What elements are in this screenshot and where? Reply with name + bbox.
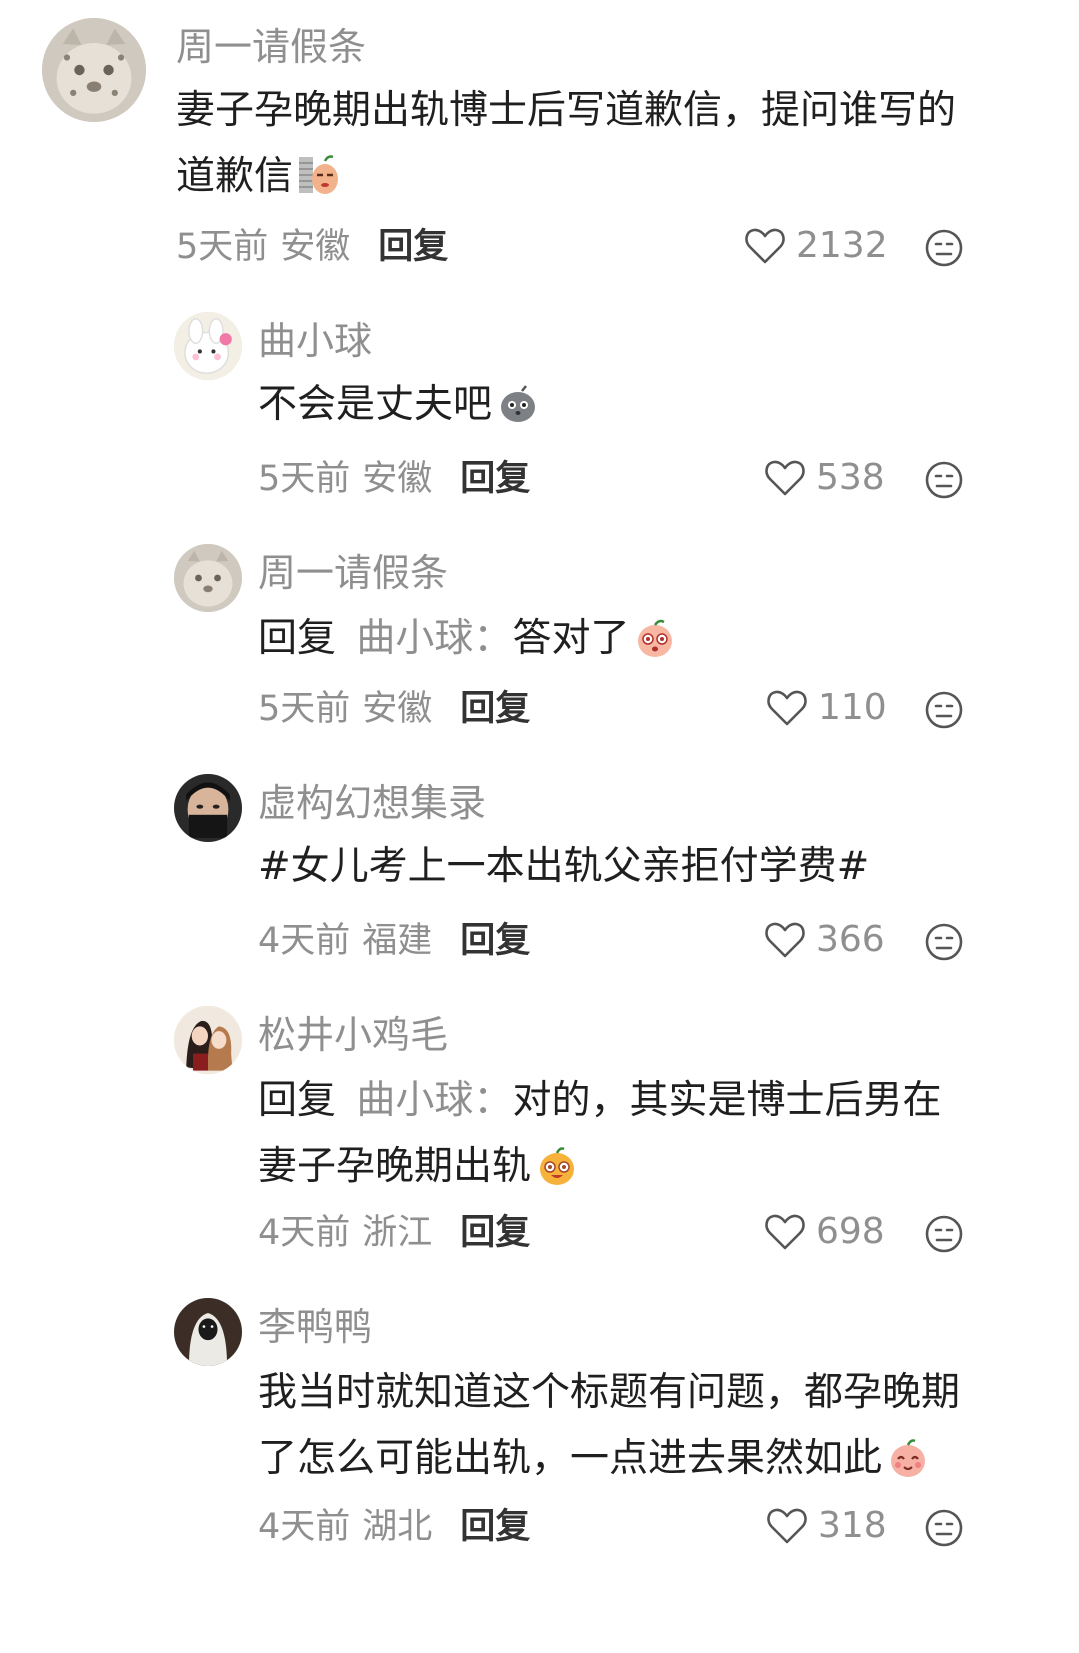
username[interactable]: 曲小球	[258, 322, 372, 360]
reply-target-user[interactable]: 曲小球：	[356, 1078, 512, 1123]
dislike-button[interactable]	[924, 1508, 964, 1548]
like-button[interactable]: 538	[764, 458, 885, 498]
meh-face-icon	[925, 691, 963, 729]
comment-content: 我当时就知道这个标题有问题，都孕晚期了怎么可能出轨，一点进去果然如此	[258, 1370, 961, 1481]
username[interactable]: 周一请假条	[176, 28, 366, 66]
heart-icon	[767, 1508, 807, 1544]
username[interactable]: 松井小鸡毛	[258, 1016, 448, 1054]
comment-content: 不会是丈夫吧	[258, 382, 493, 427]
comment-text: 回复 曲小球：答对了	[258, 606, 1048, 672]
reply-button[interactable]: 回复	[460, 1213, 530, 1253]
like-button[interactable]: 366	[764, 920, 885, 960]
timestamp: 5天前	[258, 459, 351, 499]
location: 浙江	[362, 1213, 433, 1253]
location: 安徽	[362, 689, 433, 729]
dislike-button[interactable]	[924, 228, 964, 268]
heart-icon	[765, 460, 805, 496]
reply-button[interactable]: 回复	[460, 689, 530, 729]
comment-meta: 5天前 安徽 回复	[258, 692, 530, 727]
like-button[interactable]: 698	[764, 1212, 885, 1252]
reply-prefix: 回复	[258, 1078, 337, 1123]
dislike-button[interactable]	[924, 690, 964, 730]
comment-content: 妻子孕晚期出轨博士后写道歉信，提问谁写的道歉信	[176, 88, 957, 199]
comment-text: 我当时就知道这个标题有问题，都孕晚期了怎么可能出轨，一点进去果然如此	[258, 1360, 988, 1492]
comment-content: 答对了	[512, 616, 630, 661]
comment-meta: 5天前 安徽 回复	[176, 230, 448, 265]
avatar[interactable]	[174, 1006, 242, 1074]
timestamp: 5天前	[176, 227, 269, 267]
comment-text: #女儿考上一本出轨父亲拒付学费#	[258, 834, 1048, 900]
timestamp: 4天前	[258, 1507, 351, 1547]
like-button[interactable]: 2132	[744, 226, 888, 266]
reply-button[interactable]: 回复	[460, 921, 530, 961]
comment-content: #女儿考上一本出轨父亲拒付学费#	[258, 844, 870, 889]
reply-target-user[interactable]: 曲小球：	[356, 616, 512, 661]
meh-face-icon	[925, 1509, 963, 1547]
reply-prefix: 回复	[258, 616, 337, 661]
username[interactable]: 周一请假条	[258, 554, 448, 592]
avatar[interactable]	[42, 18, 146, 122]
username[interactable]: 李鸭鸭	[258, 1308, 372, 1346]
dislike-button[interactable]	[924, 460, 964, 500]
location: 安徽	[362, 459, 433, 499]
peach-smile-emoji-icon	[886, 1435, 930, 1479]
avatar[interactable]	[174, 312, 242, 380]
comment-text: 回复 曲小球：对的，其实是博士后男在妻子孕晚期出轨	[258, 1068, 978, 1200]
avatar[interactable]	[174, 1298, 242, 1366]
username[interactable]: 虚构幻想集录	[258, 784, 486, 822]
like-count: 538	[816, 457, 885, 498]
dislike-button[interactable]	[924, 922, 964, 962]
reply-button[interactable]: 回复	[460, 1507, 530, 1547]
like-button[interactable]: 318	[766, 1506, 887, 1546]
heart-icon	[765, 922, 805, 958]
reply-button[interactable]: 回复	[378, 227, 448, 267]
location: 湖北	[362, 1507, 433, 1547]
avatar[interactable]	[174, 544, 242, 612]
heart-icon	[745, 228, 785, 264]
like-button[interactable]: 110	[766, 688, 887, 728]
meh-face-icon	[925, 1215, 963, 1253]
timestamp: 4天前	[258, 921, 351, 961]
wall-peek-emoji-icon	[297, 153, 341, 197]
comment-meta: 5天前 安徽 回复	[258, 462, 530, 497]
like-count: 366	[816, 919, 885, 960]
timestamp: 5天前	[258, 689, 351, 729]
comment-meta: 4天前 福建 回复	[258, 924, 530, 959]
peach-surprised-emoji-icon	[633, 615, 677, 659]
orange-blob-emoji-icon	[535, 1143, 579, 1187]
meh-face-icon	[925, 461, 963, 499]
comment-meta: 4天前 湖北 回复	[258, 1510, 530, 1545]
timestamp: 4天前	[258, 1213, 351, 1253]
comment-text: 妻子孕晚期出轨博士后写道歉信，提问谁写的道歉信	[176, 78, 966, 210]
comment-text: 不会是丈夫吧	[258, 372, 1048, 438]
comment-meta: 4天前 浙江 回复	[258, 1216, 530, 1251]
heart-icon	[767, 690, 807, 726]
gray-blob-emoji-icon	[496, 381, 540, 425]
meh-face-icon	[925, 229, 963, 267]
heart-icon	[765, 1214, 805, 1250]
location: 安徽	[280, 227, 351, 267]
like-count: 318	[818, 1505, 887, 1546]
like-count: 698	[816, 1211, 885, 1252]
avatar[interactable]	[174, 774, 242, 842]
reply-button[interactable]: 回复	[460, 459, 530, 499]
like-count: 2132	[796, 225, 888, 266]
location: 福建	[362, 921, 433, 961]
like-count: 110	[818, 687, 887, 728]
meh-face-icon	[925, 923, 963, 961]
dislike-button[interactable]	[924, 1214, 964, 1254]
